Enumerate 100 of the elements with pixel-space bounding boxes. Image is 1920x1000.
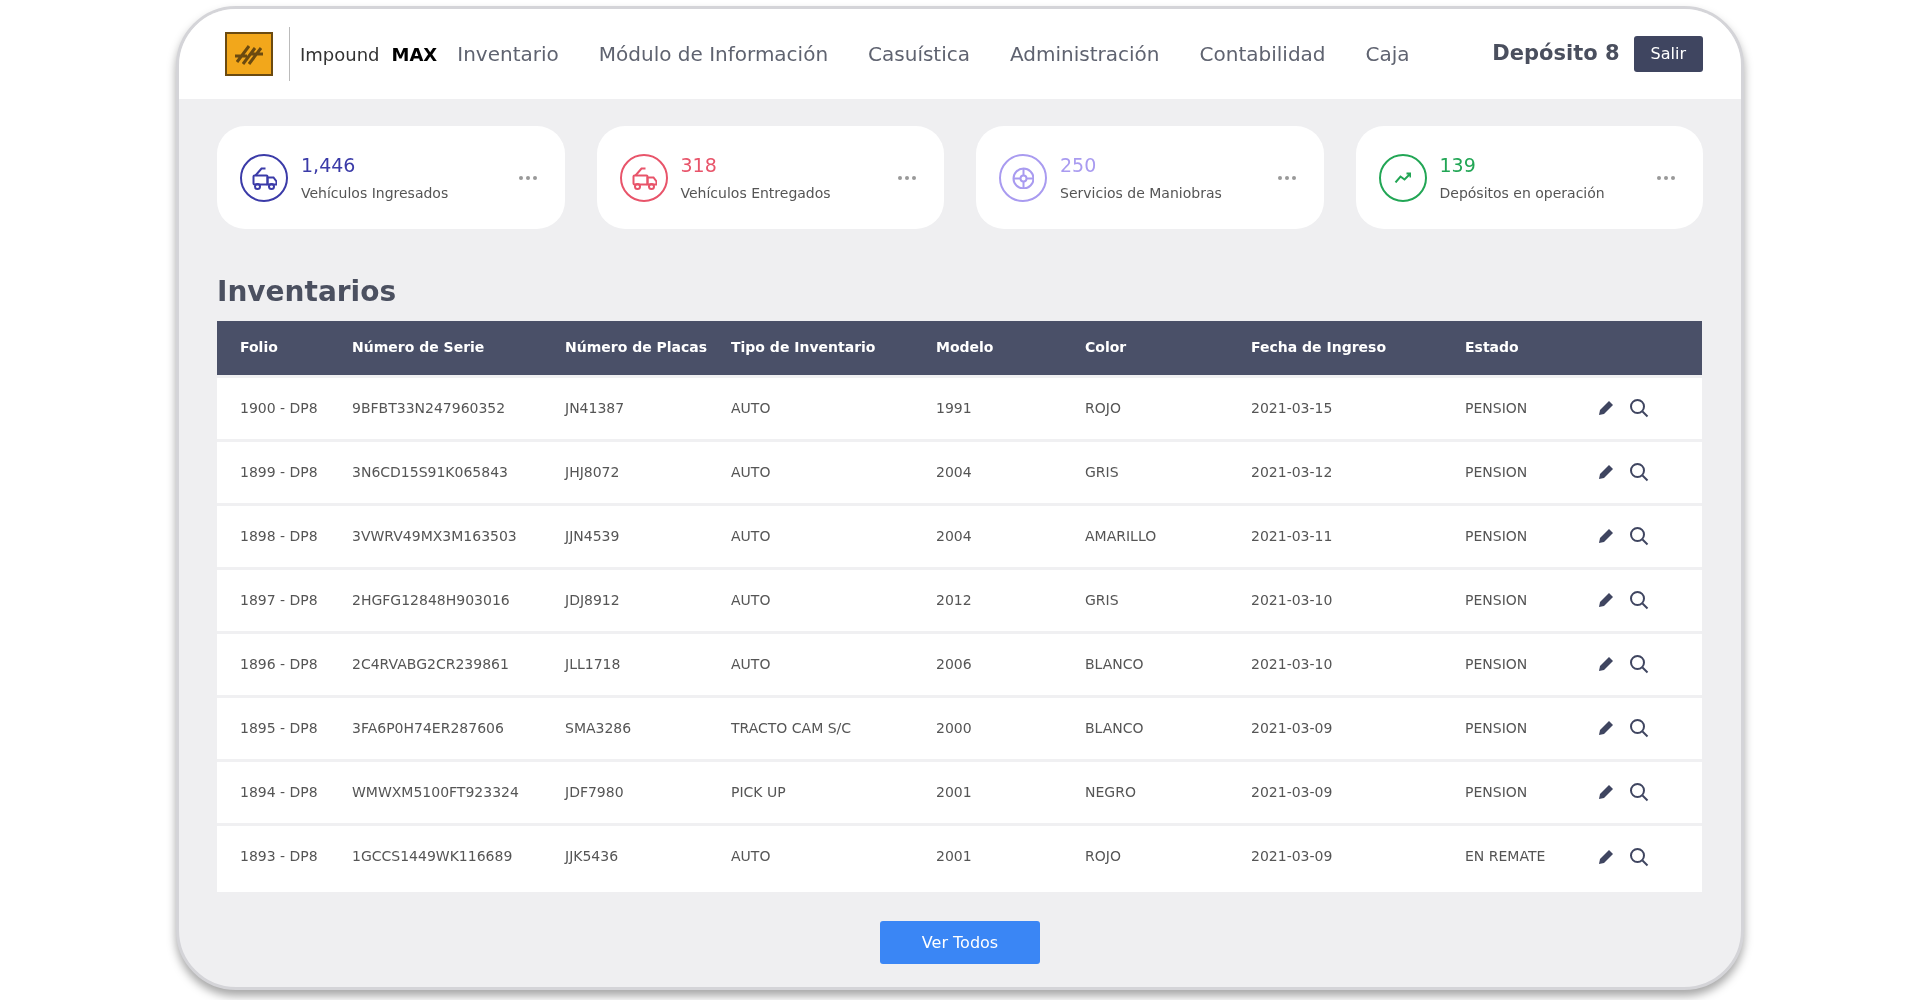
table-cell: 2021-03-09 <box>1251 824 1465 888</box>
table-cell: AUTO <box>731 504 936 568</box>
table-cell: 2021-03-12 <box>1251 440 1465 504</box>
table-cell: AUTO <box>731 440 936 504</box>
table-cell: 2000 <box>936 696 1085 760</box>
nav-link[interactable]: Casuística <box>868 39 971 69</box>
pencil-icon[interactable] <box>1597 463 1615 481</box>
nav-link[interactable]: Módulo de Información <box>598 39 829 69</box>
table-cell: 1898 - DP8 <box>217 504 352 568</box>
column-header: Estado <box>1465 321 1597 376</box>
search-icon[interactable] <box>1629 590 1649 610</box>
table-cell: AUTO <box>731 568 936 632</box>
table-cell: ROJO <box>1085 376 1251 440</box>
table-cell: 2021-03-09 <box>1251 696 1465 760</box>
table-cell: 2001 <box>936 760 1085 824</box>
table-cell: 2HGFG12848H903016 <box>352 568 565 632</box>
more-icon[interactable] <box>1277 175 1296 180</box>
search-icon[interactable] <box>1629 526 1649 546</box>
table-cell: 1895 - DP8 <box>217 696 352 760</box>
more-icon[interactable] <box>1657 175 1675 180</box>
brand-suffix: MAX <box>391 42 438 67</box>
nav-link[interactable]: Administración <box>1010 39 1160 69</box>
truck-icon <box>630 165 657 190</box>
column-header: Modelo <box>936 321 1085 376</box>
table-cell: 3FA6P0H74ER287606 <box>352 696 565 760</box>
column-header: Número de Serie <box>352 321 565 376</box>
table-cell: 1991 <box>936 376 1085 440</box>
table-cell: PENSION <box>1465 568 1597 632</box>
pencil-icon[interactable] <box>1597 527 1615 545</box>
stat-label: Depósitos en operación <box>1439 183 1605 203</box>
nav-link[interactable]: Inventario <box>457 39 559 69</box>
table-cell: 2004 <box>936 440 1085 504</box>
table-cell: JJK5436 <box>565 824 731 888</box>
table-cell: 2001 <box>936 824 1085 888</box>
nav-link[interactable]: Contabilidad <box>1199 39 1326 69</box>
table-cell: 2C4RVABG2CR239861 <box>352 632 565 696</box>
table-cell: JDF7980 <box>565 760 731 824</box>
table-cell: 2021-03-10 <box>1251 568 1465 632</box>
table-cell: 2021-03-10 <box>1251 632 1465 696</box>
table-cell: AUTO <box>731 376 936 440</box>
table-cell: 2006 <box>936 632 1085 696</box>
pencil-icon[interactable] <box>1597 591 1615 609</box>
table-cell: PICK UP <box>731 760 936 824</box>
pencil-icon[interactable] <box>1597 783 1615 801</box>
more-icon[interactable] <box>518 175 537 180</box>
table-cell: PENSION <box>1465 760 1597 824</box>
table-cell: WMWXM5100FT923324 <box>352 760 565 824</box>
more-icon[interactable] <box>898 175 916 180</box>
search-icon[interactable] <box>1629 718 1649 738</box>
section-title: Inventarios <box>217 274 398 310</box>
depot-label: Depósito 8 <box>1492 40 1620 68</box>
table-cell: 3N6CD15S91K065843 <box>352 440 565 504</box>
table-cell: BLANCO <box>1085 632 1251 696</box>
search-icon[interactable] <box>1629 846 1649 867</box>
stat-value: 318 <box>680 153 718 179</box>
pencil-icon[interactable] <box>1597 655 1615 673</box>
view-all-button[interactable]: Ver Todos <box>880 921 1040 964</box>
stat-label: Servicios de Maniobras <box>1060 183 1222 203</box>
truck-icon <box>251 165 277 190</box>
table-cell: 3VWRV49MX3M163503 <box>352 504 565 568</box>
search-icon[interactable] <box>1629 654 1649 674</box>
table-cell: 9BFBT33N247960352 <box>352 376 565 440</box>
table-cell: 1899 - DP8 <box>217 440 352 504</box>
table-cell: PENSION <box>1465 440 1597 504</box>
nav-link[interactable]: Caja <box>1365 39 1410 69</box>
pencil-icon[interactable] <box>1597 399 1615 417</box>
table-cell: 1900 - DP8 <box>217 376 352 440</box>
search-icon[interactable] <box>1629 398 1649 418</box>
table-cell: 1896 - DP8 <box>217 632 352 696</box>
column-header: Folio <box>217 321 352 376</box>
search-icon[interactable] <box>1629 782 1649 802</box>
table-cell: GRIS <box>1085 568 1251 632</box>
table-cell: JJN4539 <box>565 504 731 568</box>
pencil-icon[interactable] <box>1597 719 1615 737</box>
table-cell: ROJO <box>1085 824 1251 888</box>
table-cell: 2021-03-09 <box>1251 760 1465 824</box>
pencil-icon[interactable] <box>1597 847 1615 866</box>
stat-value: 139 <box>1439 153 1477 179</box>
table-cell: JN41387 <box>565 376 731 440</box>
table-cell: 1897 - DP8 <box>217 568 352 632</box>
table-cell: AUTO <box>731 632 936 696</box>
table-cell: PENSION <box>1465 696 1597 760</box>
table-cell: GRIS <box>1085 440 1251 504</box>
table-cell: PENSION <box>1465 504 1597 568</box>
search-icon[interactable] <box>1629 462 1649 482</box>
table-cell: PENSION <box>1465 376 1597 440</box>
table-cell: EN REMATE <box>1465 824 1597 888</box>
table-cell: TRACTO CAM S/C <box>731 696 936 760</box>
column-header: Número de Placas <box>565 321 731 376</box>
table-cell: NEGRO <box>1085 760 1251 824</box>
table-cell: 1GCCS1449WK116689 <box>352 824 565 888</box>
column-header: Tipo de Inventario <box>731 321 936 376</box>
table-cell: JHJ8072 <box>565 440 731 504</box>
trend-icon <box>1394 172 1411 183</box>
table-cell: BLANCO <box>1085 696 1251 760</box>
table-cell: 1893 - DP8 <box>217 824 352 888</box>
table-cell: JLL1718 <box>565 632 731 696</box>
logout-button[interactable]: Salir <box>1633 36 1703 72</box>
table-cell: 2012 <box>936 568 1085 632</box>
table-cell: PENSION <box>1465 632 1597 696</box>
